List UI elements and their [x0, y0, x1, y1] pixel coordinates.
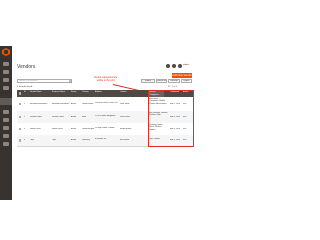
vendor-categories-highlight: [148, 90, 194, 147]
per-page-select[interactable]: 20: [168, 86, 170, 88]
cell-id: 1: [24, 102, 26, 105]
cell-contact: Max Muller: [120, 139, 130, 142]
cell-id: 4: [24, 139, 26, 142]
row-checkbox[interactable]: [18, 102, 21, 106]
cell-country: United Kingdom: [82, 127, 94, 130]
cell-address: 8 Berliner Str: [95, 138, 107, 141]
row-checkbox[interactable]: [18, 115, 21, 119]
cell-status: Active: [71, 127, 77, 130]
cell-country: United States: [82, 102, 94, 105]
sales-icon[interactable]: [3, 70, 9, 74]
cell-status: Active: [71, 102, 77, 105]
system-icon[interactable]: [3, 142, 9, 146]
admin-page: Vendors admin Add New Vendor Search by k…: [0, 0, 200, 200]
search-button-icon[interactable]: [69, 79, 72, 83]
customers-icon[interactable]: [3, 86, 9, 90]
cell-business-name: Fashion Store: [52, 115, 64, 118]
user-name[interactable]: admin: [183, 64, 189, 66]
cell-address: 15 High Street, London: [95, 126, 115, 129]
cell-contact: Emma Brown: [120, 127, 132, 130]
page-of-label: of 1: [173, 86, 177, 88]
cell-id: 3: [24, 127, 26, 130]
search-icon[interactable]: [166, 64, 170, 68]
vendors-icon[interactable]: [0, 98, 12, 105]
annotation-note: Vendor categories are visible in the gri…: [93, 76, 118, 82]
cell-business-name: Home Decor: [52, 127, 63, 130]
bell-icon[interactable]: [172, 64, 176, 68]
pager[interactable]: 20 1 of 1: [168, 86, 177, 88]
reports-icon[interactable]: [3, 126, 9, 130]
cell-contact: Ravi Kumar: [120, 115, 130, 118]
cell-vendor-name: Toys: [30, 139, 34, 142]
cell-address: 22 MG Road, Bangalore: [95, 114, 116, 117]
cell-vendor-name: Microsoft Electronics: [30, 102, 48, 105]
add-new-vendor-button[interactable]: Add New Vendor: [172, 73, 192, 78]
cell-country: Germany: [82, 139, 90, 142]
cell-vendor-name: Home Decor: [30, 127, 41, 130]
filters-button[interactable]: Filters: [141, 78, 155, 83]
cell-id: 2: [24, 115, 26, 118]
cell-contact: John Smith: [120, 102, 130, 105]
cell-business-name: Toys: [52, 139, 56, 142]
cell-status: Active: [71, 139, 77, 142]
marketing-icon[interactable]: [3, 110, 9, 114]
page-title: Vendors: [17, 64, 36, 70]
row-checkbox[interactable]: [18, 139, 21, 142]
catalog-icon[interactable]: [3, 78, 9, 82]
row-checkbox[interactable]: [18, 127, 21, 131]
cell-country: India: [82, 115, 87, 118]
stores-icon[interactable]: [3, 134, 9, 138]
logo-mark: [4, 50, 8, 54]
search-input[interactable]: Search by keyword: [17, 79, 72, 83]
user-icon[interactable]: [178, 64, 182, 68]
cell-vendor-name: Fashion Store: [30, 115, 42, 118]
cell-status: Active: [71, 115, 77, 118]
content-icon[interactable]: [3, 118, 9, 122]
records-found: 4 records found: [17, 86, 33, 88]
default-view-button[interactable]: Default View: [156, 78, 167, 83]
cell-address: 500 Main Street, Suite 100: [95, 101, 118, 104]
columns-button[interactable]: Columns: [168, 78, 180, 83]
select-all-checkbox[interactable]: [18, 92, 21, 95]
cell-business-name: Microsoft Electronics: [52, 102, 70, 105]
dashboard-icon[interactable]: [3, 62, 9, 66]
export-button[interactable]: Export: [181, 78, 192, 83]
